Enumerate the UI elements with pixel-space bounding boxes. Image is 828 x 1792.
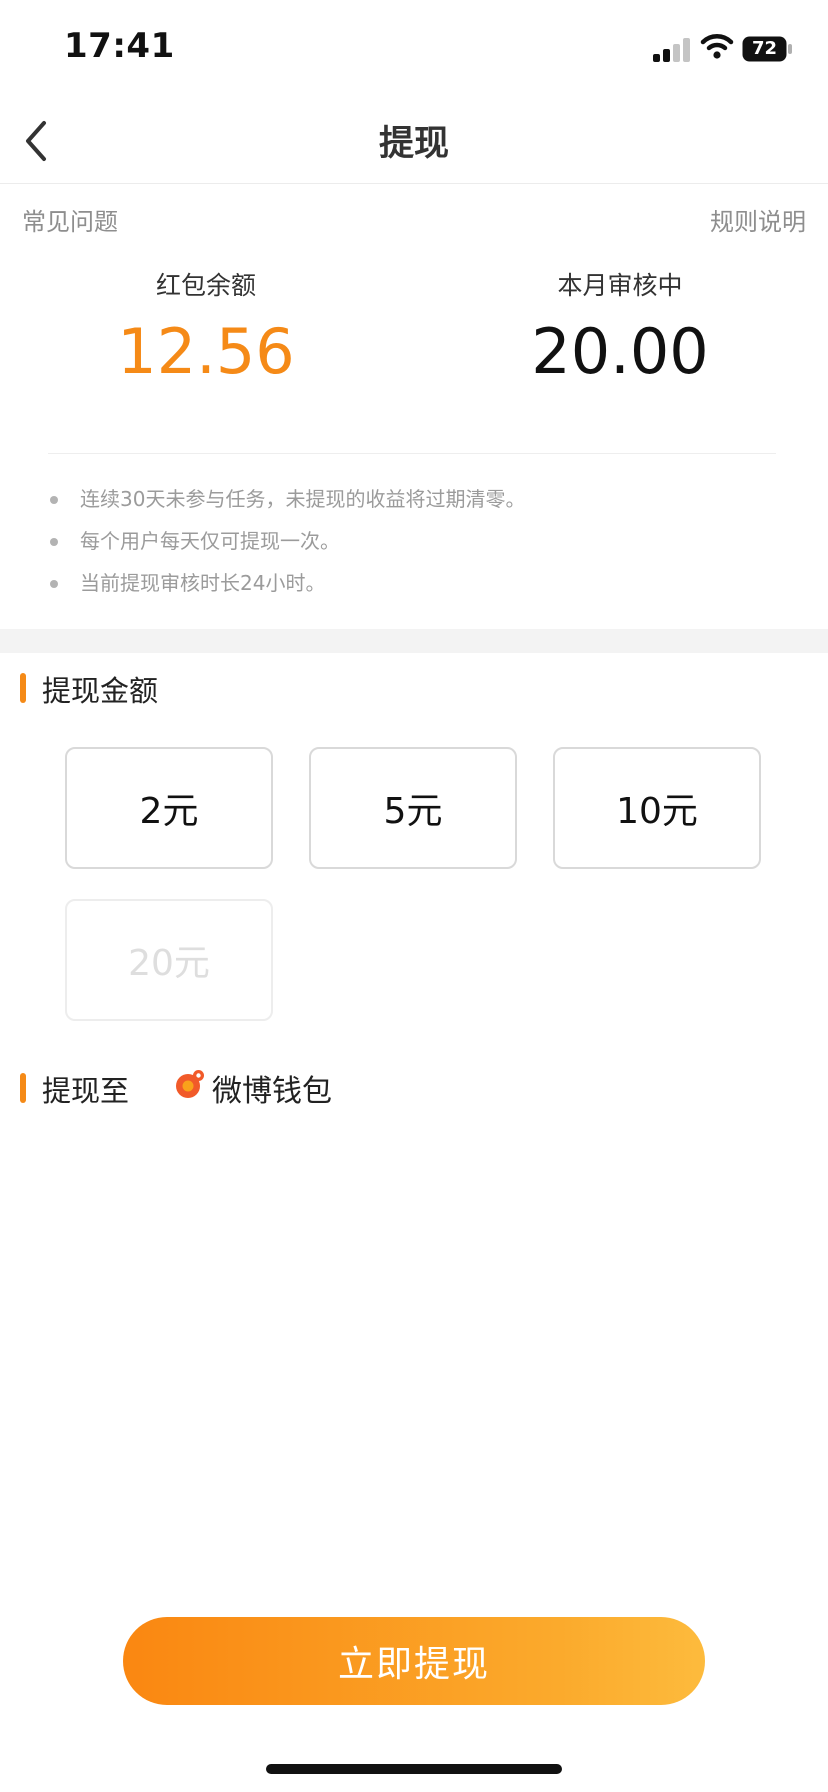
- battery-icon: 72: [742, 36, 794, 62]
- nav-divider: [0, 183, 828, 184]
- red-packet-balance-value: 12.56: [117, 315, 295, 388]
- tip-item: 连续30天未参与任务，未提现的收益将过期清零。: [50, 484, 525, 526]
- info-divider: [48, 453, 776, 454]
- amount-option-5[interactable]: 5元: [309, 747, 517, 869]
- amount-option-10[interactable]: 10元: [553, 747, 761, 869]
- page-title: 提现: [378, 124, 449, 164]
- tip-item: 当前提现审核时长24小时。: [50, 568, 525, 610]
- weibo-wallet-icon: [176, 1070, 204, 1098]
- red-packet-balance-label: 红包余额: [155, 271, 256, 300]
- section-marker: [20, 1073, 26, 1103]
- tip-item: 每个用户每天仅可提现一次。: [50, 526, 525, 568]
- battery-level: 72: [751, 38, 778, 59]
- rules-link[interactable]: 规则说明: [710, 202, 806, 237]
- amount-section-title: 提现金额: [42, 674, 159, 708]
- section-marker: [20, 673, 26, 703]
- home-indicator: [266, 1764, 562, 1774]
- faq-link[interactable]: 常见问题: [22, 202, 118, 237]
- withdraw-button[interactable]: 立即提现: [123, 1617, 705, 1705]
- reviewing-amount-value: 20.00: [531, 315, 709, 388]
- status-time: 17:41: [64, 26, 175, 66]
- reviewing-amount-label: 本月审核中: [557, 271, 683, 300]
- wifi-icon: [700, 34, 734, 59]
- amount-option-20: 20元: [65, 899, 273, 1021]
- wallet-name[interactable]: 微博钱包: [212, 1066, 332, 1110]
- tips-list: 连续30天未参与任务，未提现的收益将过期清零。 每个用户每天仅可提现一次。 当前…: [50, 484, 525, 610]
- destination-title: 提现至: [42, 1074, 130, 1108]
- section-separator: [0, 629, 828, 653]
- signal-icon: [653, 38, 690, 62]
- amount-option-2[interactable]: 2元: [65, 747, 273, 869]
